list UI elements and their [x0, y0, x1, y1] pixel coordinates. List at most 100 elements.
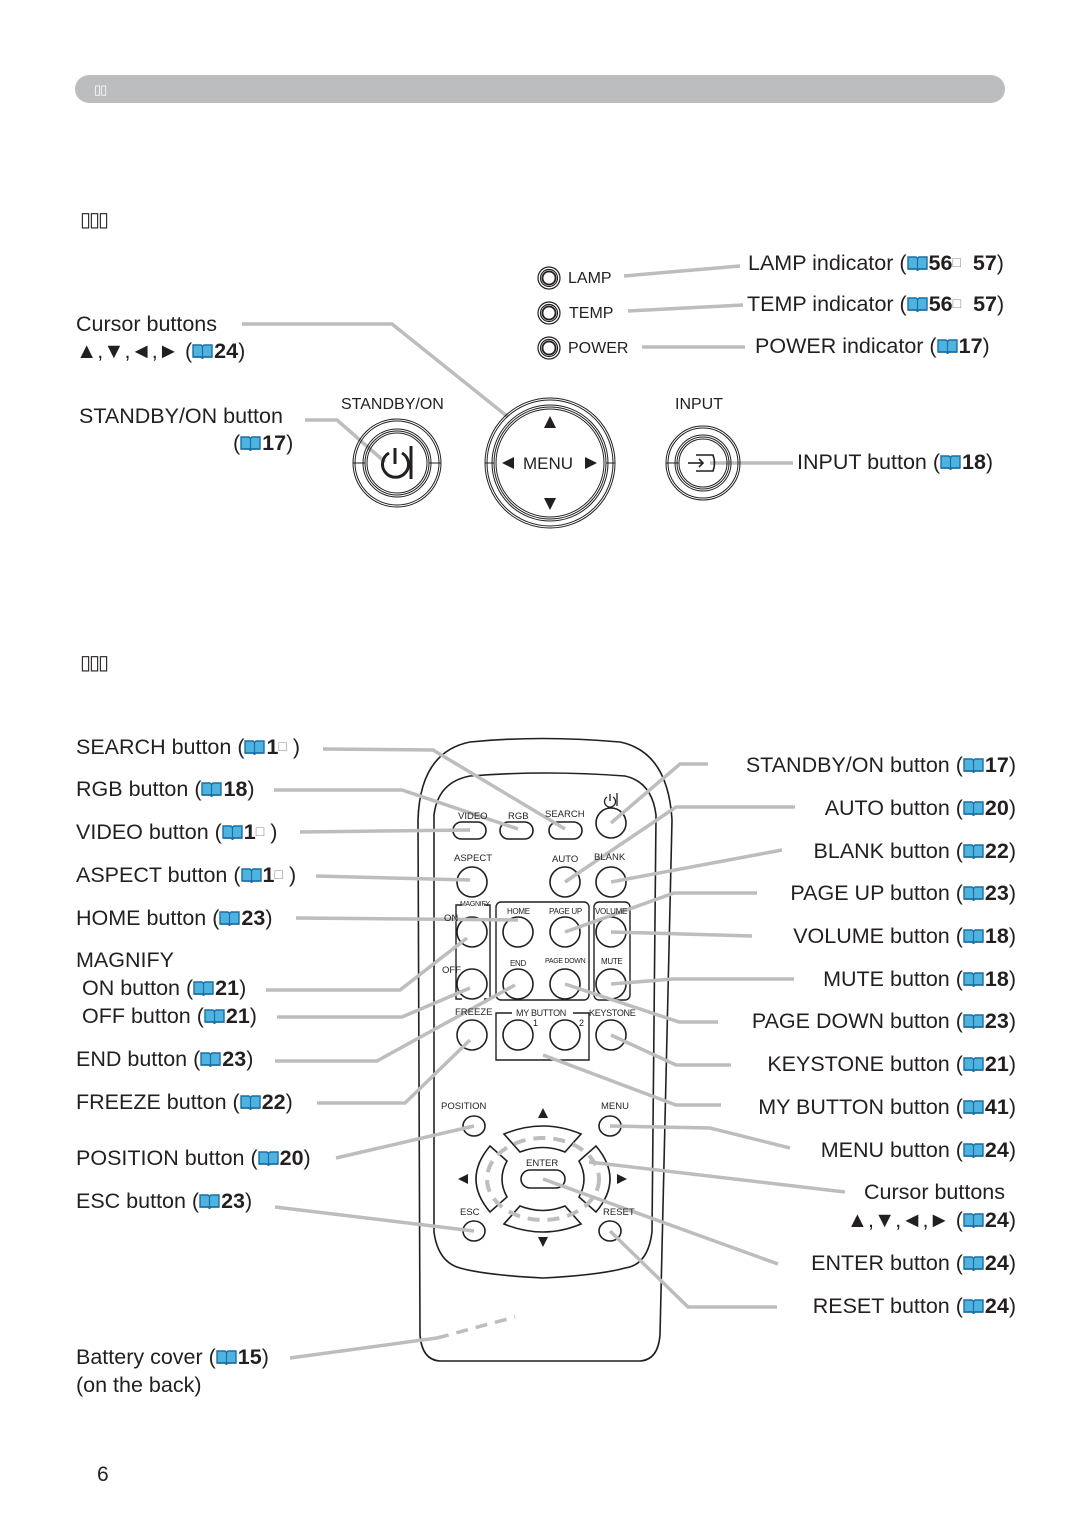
book-icon: [201, 781, 223, 798]
remote-end-button[interactable]: [503, 969, 533, 999]
book-icon: [192, 343, 213, 360]
remote-video-button[interactable]: [453, 822, 486, 839]
remote-cursor-down-button[interactable]: [504, 1206, 581, 1238]
remote-standby-on-button[interactable]: [596, 808, 626, 838]
callout-battery-cover: Battery cover (15): [76, 1345, 269, 1369]
callout-freeze-button: FREEZE button (22): [76, 1090, 293, 1114]
remote-my-button-1[interactable]: [503, 1020, 533, 1050]
remote-label-position: POSITION: [441, 1101, 487, 1112]
callout-temp-indicator: TEMP indicator (56□ 57): [747, 292, 1005, 316]
callout-panel-cursor-title: Cursor buttons: [76, 312, 218, 336]
book-icon: [936, 338, 958, 355]
remote-rgb-button[interactable]: [500, 822, 533, 839]
remote-mute-button[interactable]: [596, 969, 626, 999]
book-icon: [963, 757, 984, 774]
book-icon: [906, 255, 928, 272]
book-icon: [199, 1193, 220, 1210]
book-icon: [963, 1099, 984, 1116]
callout-aspect-button: ASPECT button (1□ ): [76, 863, 297, 887]
remote-search-button[interactable]: [549, 822, 582, 839]
book-icon: [963, 1212, 984, 1229]
callout-: ▲,▼,◄,► (24): [846, 1208, 1016, 1232]
callout-standby-on-button: STANDBY/ON button (17): [745, 753, 1016, 777]
book-icon: [204, 1008, 225, 1025]
book-icon: [240, 1094, 261, 1111]
book-icon: [963, 885, 984, 902]
remote-label-auto: AUTO: [552, 854, 579, 865]
book-icon: [963, 1142, 984, 1159]
callout-battery-cover-note: (on the back): [76, 1373, 202, 1397]
remote-page-up-button[interactable]: [550, 917, 580, 947]
remote-label-volume: VOLUME: [595, 907, 627, 916]
remote-label-my-button-1: 1: [533, 1018, 538, 1028]
callout-search-button: SEARCH button (1□ ): [76, 735, 301, 759]
remote-blank-button[interactable]: [596, 867, 626, 897]
callout-magnify: MAGNIFY: [76, 948, 174, 972]
remote-esc-button[interactable]: [463, 1221, 485, 1241]
callout-home-button: HOME button (23): [76, 906, 273, 930]
panel-standby-on-button[interactable]: [353, 419, 441, 507]
book-icon: [240, 435, 261, 452]
remote-home-button[interactable]: [503, 917, 533, 947]
remote-position-button[interactable]: [463, 1116, 485, 1136]
remote-keystone-button[interactable]: [596, 1020, 626, 1050]
callout-esc-button: ESC button (23): [76, 1189, 253, 1213]
callout-lamp-indicator: LAMP indicator (56□ 57): [748, 251, 1004, 275]
remote-label-page-up: PAGE UP: [549, 907, 582, 916]
callout-my-button-button: MY BUTTON button (41): [758, 1095, 1016, 1119]
remote-cursor-left-button[interactable]: [470, 1146, 507, 1212]
callout-menu-button: MENU button (24): [820, 1138, 1016, 1162]
remote-label-magnify: MAGNIFY: [460, 901, 490, 908]
callout-panel-standby-ref: (17): [233, 431, 294, 455]
callout-rgb-button: RGB button (18): [76, 777, 255, 801]
remote-freeze-button[interactable]: [457, 1020, 487, 1050]
book-icon: [200, 1051, 221, 1068]
panel-input-button[interactable]: [666, 426, 740, 500]
panel-lamp-label: LAMP: [568, 270, 612, 287]
book-icon: [216, 1349, 237, 1366]
book-icon: [257, 1150, 279, 1167]
remote-label-home: HOME: [507, 907, 530, 916]
book-icon: [244, 739, 266, 756]
callout-panel-standby-title: STANDBY/ON button: [79, 404, 283, 428]
remote-label-end: END: [510, 959, 526, 968]
remote-label-page-down: PAGE DOWN: [545, 958, 586, 965]
panel-power-label: POWER: [568, 340, 629, 357]
remote-cursor-right-button[interactable]: [579, 1146, 616, 1212]
panel-temp-label: TEMP: [569, 305, 614, 322]
callout-blank-button: BLANK button (22): [813, 839, 1016, 863]
callout-volume-button: VOLUME button (18): [793, 924, 1016, 948]
remote-cursor-up-button[interactable]: [504, 1120, 581, 1152]
callout-keystone-button: KEYSTONE button (21): [767, 1052, 1016, 1076]
callout-page-down-button: PAGE DOWN button (23): [751, 1009, 1016, 1033]
remote-page-down-button[interactable]: [550, 969, 580, 999]
book-icon: [940, 454, 961, 471]
remote-my-button-2[interactable]: [550, 1020, 580, 1050]
callout-page-up-button: PAGE UP button (23): [790, 881, 1016, 905]
callout-video-button: VIDEO button (1□ ): [76, 820, 278, 844]
book-icon: [193, 980, 214, 997]
callout-cursor-buttons: Cursor buttons: [863, 1180, 1005, 1204]
remote-label-rgb: RGB: [508, 811, 529, 822]
remote-standby-glyph: [603, 793, 618, 808]
book-icon: [963, 1298, 984, 1315]
remote-label-mute: MUTE: [601, 957, 623, 966]
battery-cover-dashed-line: [436, 1315, 516, 1340]
remote-auto-button[interactable]: [550, 867, 580, 897]
remote-enter-button[interactable]: [521, 1170, 565, 1188]
panel-menu-cursor-button[interactable]: [485, 398, 615, 528]
book-icon: [963, 843, 984, 860]
remote-label-keystone: KEYSTONE: [589, 1008, 636, 1018]
remote-menu-button[interactable]: [599, 1116, 621, 1136]
remote-aspect-button[interactable]: [457, 867, 487, 897]
remote-magnify-off-button[interactable]: [457, 969, 487, 999]
remote-magnify-on-button[interactable]: [457, 917, 487, 947]
remote-volume-button[interactable]: [596, 917, 626, 947]
indicator-lamps: [537, 266, 561, 360]
remote-label-on: ON: [444, 913, 459, 924]
remote-label-blank: BLANK: [594, 852, 626, 863]
callout-position-button: POSITION button (20): [76, 1146, 311, 1170]
remote-label-freeze: FREEZE: [455, 1007, 493, 1018]
remote-label-aspect: ASPECT: [454, 853, 493, 864]
remote-reset-button[interactable]: [599, 1221, 621, 1241]
